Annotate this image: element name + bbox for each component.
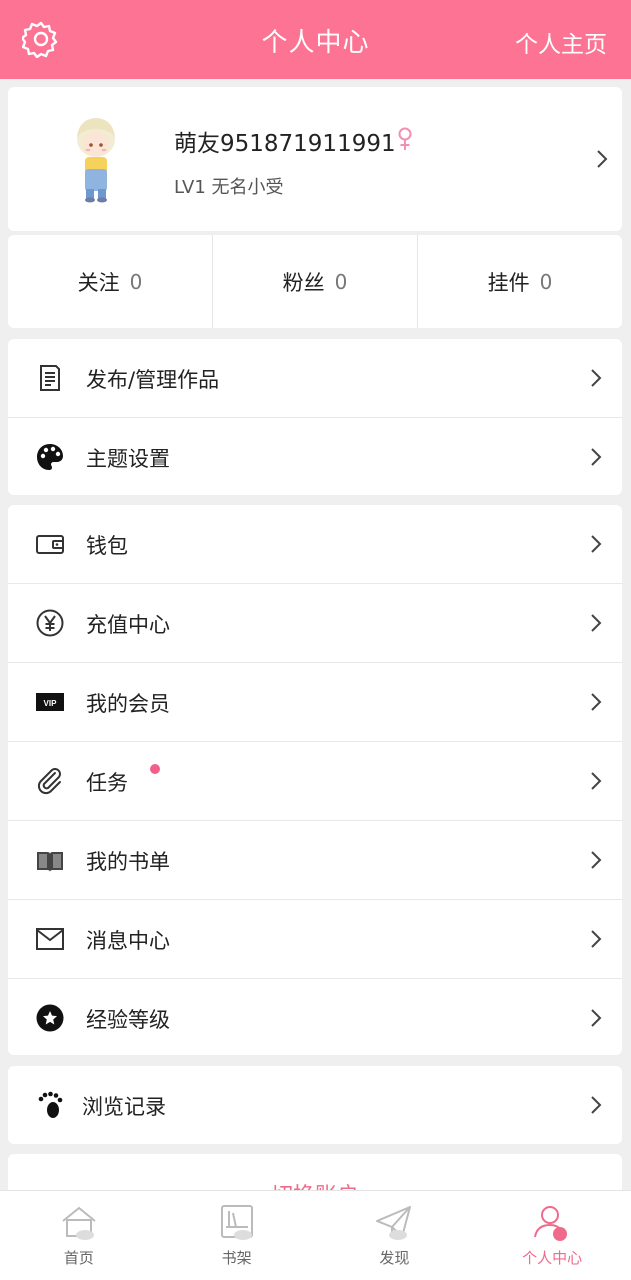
menu-item-booklist[interactable]: 我的书单	[8, 821, 622, 900]
female-icon	[398, 127, 412, 150]
stat-label: 挂件	[487, 270, 530, 295]
avatar	[77, 118, 115, 203]
paperclip-icon	[37, 768, 61, 795]
menu-item-label: 钱包	[86, 534, 128, 558]
menu-item-wallet[interactable]: 钱包	[8, 505, 622, 584]
chevron-right-icon	[590, 850, 602, 870]
mail-icon	[36, 928, 64, 950]
menu-item-theme-settings[interactable]: 主题设置	[8, 418, 622, 497]
tab-label: 书架	[221, 1249, 252, 1267]
menu-item-tasks[interactable]: 任务	[8, 742, 622, 821]
tab-label: 发现	[379, 1249, 410, 1267]
menu-item-label: 我的会员	[86, 692, 170, 716]
chevron-right-icon	[596, 149, 608, 169]
vip-icon: VIP	[36, 693, 64, 711]
document-icon	[40, 365, 60, 391]
chevron-right-icon	[590, 692, 602, 712]
top-bar: 个人中心 个人主页	[0, 0, 631, 79]
nickname: 萌友951871911991	[174, 131, 396, 157]
stat-pendants[interactable]: 挂件 0	[418, 235, 622, 328]
menu-item-messages[interactable]: 消息中心	[8, 900, 622, 979]
chevron-right-icon	[590, 1095, 602, 1115]
paper-plane-icon	[376, 1206, 412, 1240]
palette-icon	[37, 444, 63, 470]
stat-label: 粉丝	[282, 270, 325, 295]
person-icon	[534, 1206, 568, 1241]
personal-homepage-link[interactable]: 个人主页	[515, 25, 607, 59]
menu-item-label: 任务	[86, 771, 128, 795]
menu-item-label: 我的书单	[86, 850, 170, 874]
stat-follow[interactable]: 关注 0	[8, 235, 213, 328]
menu-item-label: 经验等级	[86, 1008, 170, 1032]
tab-home[interactable]: 首页	[0, 1191, 158, 1280]
tab-label: 首页	[63, 1249, 94, 1267]
chevron-right-icon	[590, 534, 602, 554]
chevron-right-icon	[590, 447, 602, 467]
menu-item-experience-level[interactable]: 经验等级	[8, 979, 622, 1058]
menu-item-label: 浏览记录	[82, 1095, 166, 1119]
star-icon	[36, 1004, 64, 1032]
chevron-right-icon	[590, 368, 602, 388]
menu-item-recharge[interactable]: 充值中心	[8, 584, 622, 663]
stat-fans[interactable]: 粉丝 0	[213, 235, 418, 328]
book-icon	[37, 852, 63, 872]
svg-text:VIP: VIP	[44, 699, 58, 708]
menu-group-history: 浏览记录	[8, 1066, 622, 1144]
user-level: LV1 无名小受	[174, 177, 284, 198]
menu-item-label: 消息中心	[86, 929, 170, 953]
tab-discover[interactable]: 发现	[316, 1191, 474, 1280]
footprint-icon	[38, 1091, 63, 1118]
wallet-icon	[36, 535, 64, 554]
tab-label: 个人中心	[522, 1249, 583, 1267]
menu-group-account: 钱包 充值中心 VIP 我的会员 任务 我的书单 消息中心 经验等级	[8, 505, 622, 1055]
menu-item-label: 发布/管理作品	[86, 368, 220, 392]
bookshelf-icon	[220, 1205, 253, 1240]
menu-item-label: 充值中心	[86, 613, 170, 637]
chevron-right-icon	[590, 1008, 602, 1028]
menu-item-manage-works[interactable]: 发布/管理作品	[8, 339, 622, 418]
chevron-right-icon	[590, 613, 602, 633]
stat-count: 0	[539, 269, 553, 294]
profile-card[interactable]: 萌友951871911991 LV1 无名小受	[8, 87, 622, 231]
yen-icon	[36, 609, 64, 637]
menu-item-membership[interactable]: VIP 我的会员	[8, 663, 622, 742]
notification-dot	[150, 764, 160, 774]
stats-bar: 关注 0 粉丝 0 挂件 0	[8, 235, 622, 328]
chevron-right-icon	[590, 771, 602, 791]
menu-item-label: 主题设置	[86, 447, 170, 471]
menu-item-browse-history[interactable]: 浏览记录	[8, 1066, 622, 1145]
stat-label: 关注	[77, 270, 120, 295]
chevron-right-icon	[590, 929, 602, 949]
bottom-tab-bar: 首页 书架 发现 个人中心	[0, 1190, 631, 1280]
stat-count: 0	[334, 269, 348, 294]
tab-bookshelf[interactable]: 书架	[158, 1191, 316, 1280]
tab-personal-center[interactable]: 个人中心	[473, 1191, 631, 1280]
stat-count: 0	[129, 269, 143, 294]
menu-group-works: 发布/管理作品 主题设置	[8, 339, 622, 495]
home-icon	[62, 1206, 96, 1240]
